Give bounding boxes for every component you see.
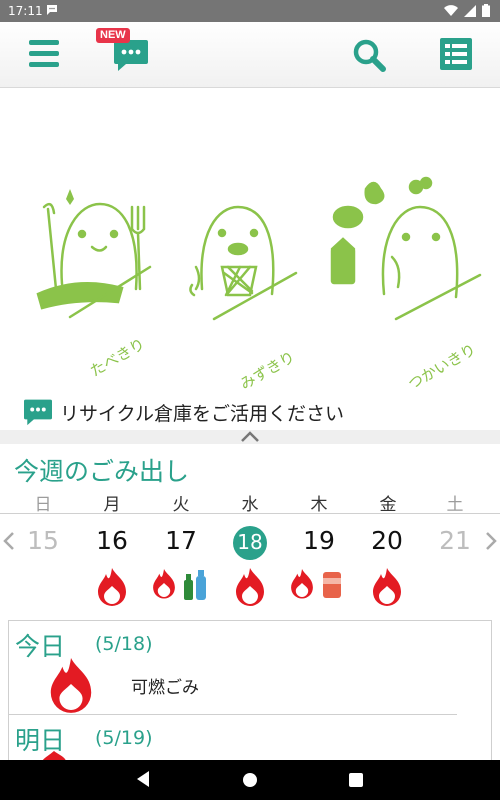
weekday-fri: 金 [379,495,397,515]
weekday-thu: 木 [310,495,328,515]
burnable-fire-icon [50,658,92,713]
burnable-fire-icon[interactable] [94,566,130,606]
burnable-fire-icon[interactable] [150,566,178,600]
chat-notification-icon [47,5,57,15]
burnable-fire-icon [42,751,66,760]
today-date: (5/18) [95,633,153,655]
app-toolbar [0,22,500,88]
date-15[interactable]: 15 [18,526,68,555]
mascot-draining-image [189,205,298,321]
can-icon[interactable] [322,570,342,600]
wifi-icon [444,4,458,16]
weekday-wed: 水 [241,495,259,515]
weekday-sat: 土 [446,495,464,515]
status-bar: 17:11 [0,0,500,22]
weekday-sun: 日 [34,495,52,515]
mascot-illustration [36,176,482,321]
home-icon[interactable] [242,772,258,788]
system-icons [444,4,490,17]
recycle-warehouse-link[interactable]: リサイクル倉庫をご活用ください [22,398,344,426]
recycle-caption: リサイクル倉庫をご活用ください [60,402,345,425]
chat-bubble-icon [114,40,148,71]
divider [9,714,457,715]
date-17[interactable]: 17 [156,526,206,555]
system-navigation-bar [0,760,500,800]
tomorrow-date: (5/19) [95,727,153,749]
new-badge: NEW [96,28,130,43]
back-icon[interactable] [135,770,151,788]
recents-icon[interactable] [349,773,363,787]
week-title: 今週のごみ出し [14,457,190,486]
date-20[interactable]: 20 [362,526,412,555]
recycle-banner[interactable]: たべきり みずきり つかいきり [0,89,500,429]
search-icon[interactable] [352,38,386,72]
date-19[interactable]: 19 [294,526,344,555]
news-chat-button[interactable] [112,38,152,72]
burnable-fire-icon[interactable] [288,566,316,600]
bottle-icon[interactable] [182,568,208,602]
chat-bubble-icon [24,399,52,426]
mascot-eating-image [36,189,152,319]
chevron-up-icon [241,431,259,442]
burnable-fire-icon[interactable] [232,566,268,606]
date-21[interactable]: 21 [430,526,480,555]
list-view-icon[interactable] [440,38,472,70]
signal-icon [464,4,476,17]
collection-detail-panel: 今日 (5/18) 可燃ごみ 明日 (5/19) [8,620,492,760]
garbage-icon-row [0,566,500,610]
weekday-header-row: 日 月 火 水 木 金 土 [0,486,500,515]
mascot-using-up-image [330,176,482,321]
weekday-tue: 火 [172,495,190,515]
battery-icon [482,4,490,17]
today-garbage-type: 可燃ごみ [131,678,199,698]
status-time: 17:11 [8,4,43,18]
date-18-today[interactable]: 18 [225,530,275,554]
burnable-fire-icon[interactable] [369,566,405,606]
date-16[interactable]: 16 [87,526,137,555]
collapse-handle[interactable] [0,430,500,444]
weekday-mon: 月 [103,495,121,515]
menu-icon[interactable] [29,40,59,68]
date-row: 15 16 17 18 19 20 21 [0,520,500,566]
